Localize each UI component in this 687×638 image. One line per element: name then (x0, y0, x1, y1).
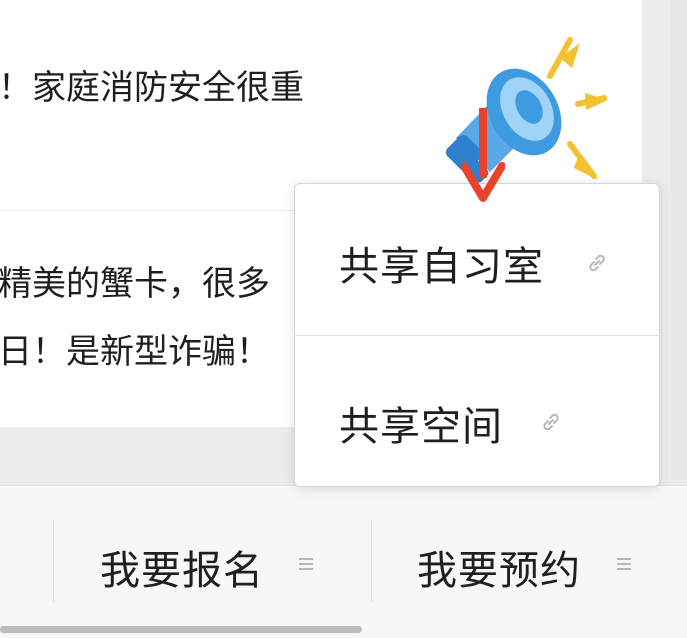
horizontal-scrollbar[interactable] (0, 626, 362, 633)
menu-item-shared-study-room[interactable]: 共享自习室 (295, 184, 659, 334)
arrow-down-icon (461, 108, 505, 202)
menu-item-label: 共享空间 (339, 404, 503, 450)
menu-lines-icon (299, 558, 313, 570)
tab-reserve[interactable]: 我要预约 (417, 524, 657, 596)
tab-label: 我要报名 (100, 548, 264, 594)
megaphone-icon (445, 37, 608, 183)
link-icon (543, 413, 559, 431)
menu-lines-icon (617, 558, 631, 570)
menu-item-shared-space[interactable]: 共享空间 (295, 335, 659, 486)
article-text: 精美的蟹卡，很多 (0, 264, 270, 304)
article-text: ！家庭消防安全很重 (0, 68, 304, 108)
menu-item-label: 共享自习室 (339, 244, 544, 290)
article-text: 日！是新型诈骗！ (0, 332, 270, 372)
divider (53, 520, 54, 602)
popup-menu: 共享自习室 共享空间 (294, 183, 660, 487)
link-icon (589, 254, 605, 272)
bottom-navigation: 我要报名 我要预约 (0, 485, 687, 638)
vertical-scroll-track (671, 0, 687, 480)
divider (371, 520, 372, 602)
tab-sign-up[interactable]: 我要报名 (100, 524, 340, 596)
tab-label: 我要预约 (417, 548, 581, 594)
